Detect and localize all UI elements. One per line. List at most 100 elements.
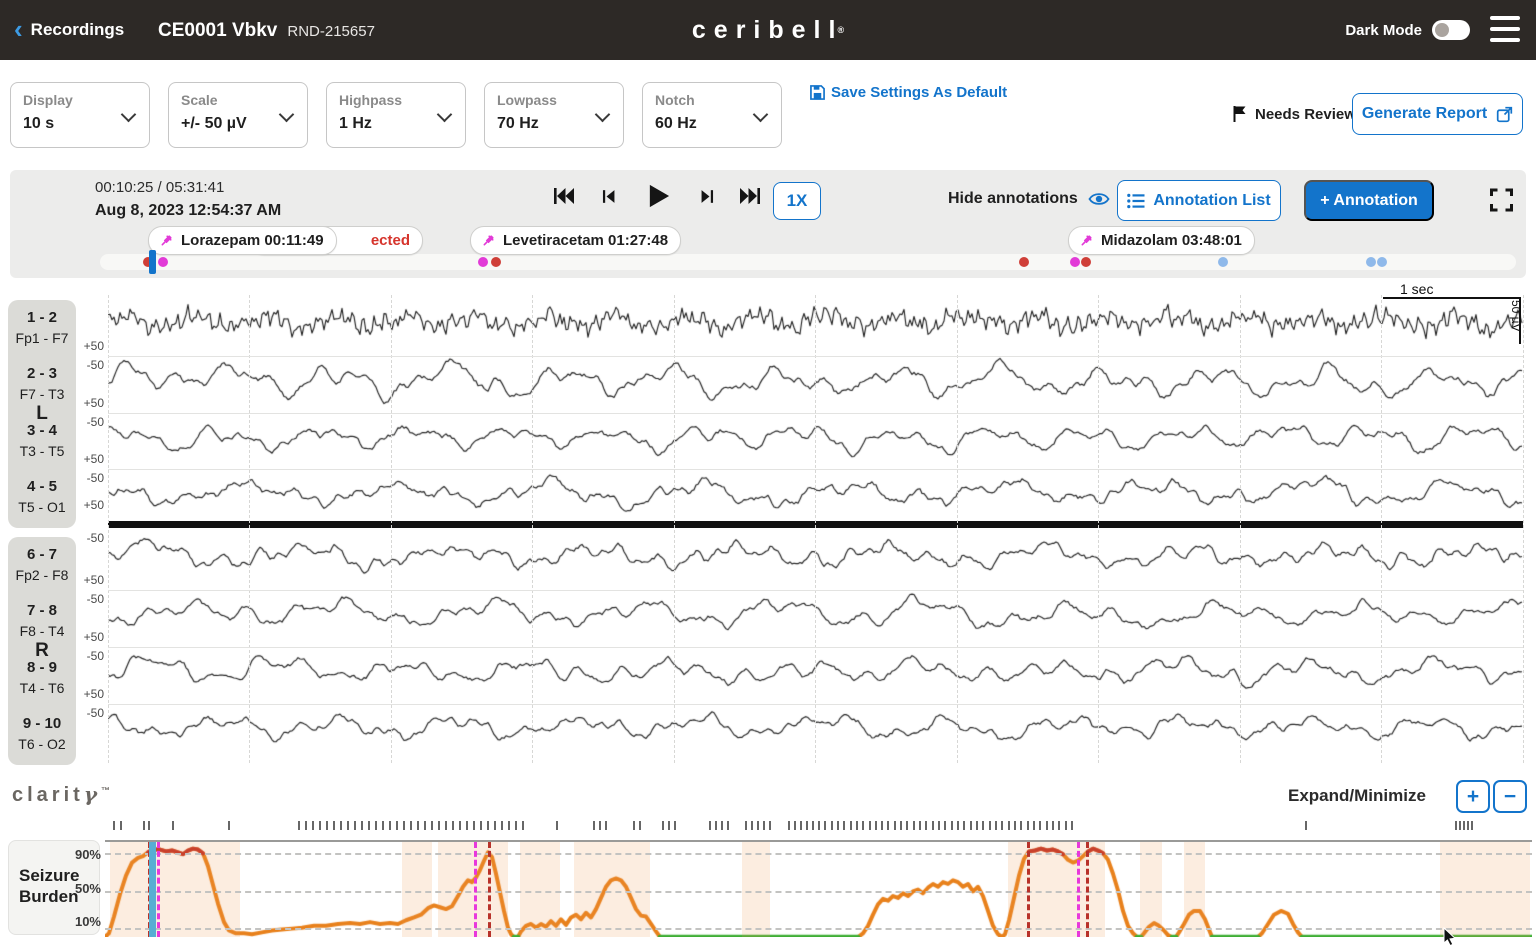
event-tick xyxy=(113,821,115,830)
event-tick xyxy=(900,821,902,830)
event-tick xyxy=(1046,821,1048,830)
event-tick xyxy=(305,821,307,830)
burden-shaded-region xyxy=(1440,842,1530,937)
annotation-chip-lorazepam[interactable]: Lorazepam 00:11:49 xyxy=(148,226,337,255)
channel-number: 9 - 10 xyxy=(8,715,76,732)
seizure-event-line xyxy=(488,842,491,937)
syringe-icon xyxy=(158,233,174,249)
event-tick xyxy=(1052,821,1054,830)
display-dropdown[interactable]: Display 10 s xyxy=(10,82,150,148)
event-tick xyxy=(788,821,790,830)
highpass-value: 1 Hz xyxy=(339,115,453,133)
timeline-annotation-marker[interactable] xyxy=(1070,257,1080,267)
highpass-label: Highpass xyxy=(339,92,453,108)
scale-dropdown[interactable]: Scale +/- 50 µV xyxy=(168,82,308,148)
event-tick xyxy=(976,821,978,830)
timeline-annotation-marker[interactable] xyxy=(478,257,488,267)
patient-info: CE0001 Vbkv RND-215657 xyxy=(158,0,375,60)
dark-mode-label: Dark Mode xyxy=(1345,22,1422,39)
scale-label-negative: -50 xyxy=(78,415,104,429)
event-tick xyxy=(593,821,595,830)
eye-icon xyxy=(1088,189,1110,209)
timeline-annotation-marker[interactable] xyxy=(1366,257,1376,267)
event-tick xyxy=(925,821,927,830)
burden-playhead[interactable] xyxy=(149,842,156,937)
display-label: Display xyxy=(23,92,137,108)
expand-button[interactable]: + xyxy=(1456,780,1490,813)
event-tick xyxy=(668,821,670,830)
event-tick xyxy=(172,821,174,830)
annotation-list-button[interactable]: Annotation List xyxy=(1117,180,1281,221)
save-settings-default-link[interactable]: Save Settings As Default xyxy=(810,84,1007,101)
eeg-channel-separator xyxy=(108,356,1523,357)
eeg-second-gridline xyxy=(957,295,958,763)
event-tick xyxy=(148,821,150,830)
timeline-annotation-marker[interactable] xyxy=(491,257,501,267)
seizure-burden-chart[interactable] xyxy=(105,840,1532,935)
hide-annotations-toggle[interactable]: Hide annotations xyxy=(948,189,1110,209)
event-tick xyxy=(1058,821,1060,830)
previous-page-button[interactable] xyxy=(599,187,618,206)
eeg-second-gridline xyxy=(108,295,109,763)
menu-icon[interactable] xyxy=(1490,16,1520,42)
patient-name: CE0001 Vbkv xyxy=(158,20,277,42)
next-page-button[interactable] xyxy=(698,187,717,206)
event-tick xyxy=(995,821,997,830)
fullscreen-button[interactable] xyxy=(1488,187,1515,213)
add-annotation-button[interactable]: + Annotation xyxy=(1304,180,1434,221)
eeg-channel-separator xyxy=(108,413,1523,414)
timeline-annotation-marker[interactable] xyxy=(1377,257,1387,267)
event-tick xyxy=(403,821,405,830)
event-tick xyxy=(812,821,814,830)
burden-shaded-region xyxy=(402,842,432,937)
timeline-annotation-marker[interactable] xyxy=(158,257,168,267)
event-tick xyxy=(806,821,808,830)
annotation-chip-label: Lorazepam 00:11:49 xyxy=(181,232,324,249)
clarity-trademark: ™ xyxy=(101,785,110,795)
eeg-trace-area[interactable]: 1 - 2 Fp1 - F7 2 - 3 F7 - T3 L 3 - 4 T3 … xyxy=(0,283,1536,770)
app-header: ‹ Recordings CE0001 Vbkv RND-215657 ceri… xyxy=(0,0,1536,60)
clarity-logo: claritγ™ xyxy=(12,782,110,807)
recording-timeline[interactable] xyxy=(100,254,1516,270)
event-tick xyxy=(824,821,826,830)
left-channel-panel: 1 - 2 Fp1 - F7 2 - 3 F7 - T3 L 3 - 4 T3 … xyxy=(8,300,76,528)
scale-label-negative: -50 xyxy=(78,649,104,663)
dark-mode-toggle[interactable] xyxy=(1432,20,1470,40)
event-tick xyxy=(887,821,889,830)
annotation-chip-partial-label: ected xyxy=(371,232,410,249)
timeline-playhead[interactable] xyxy=(149,250,156,274)
annotation-chip-midazolam[interactable]: Midazolam 03:48:01 xyxy=(1068,226,1255,255)
highpass-dropdown[interactable]: Highpass 1 Hz xyxy=(326,82,466,148)
notch-value: 60 Hz xyxy=(655,115,769,133)
back-to-recordings[interactable]: ‹ Recordings xyxy=(14,0,124,60)
event-tick xyxy=(599,821,601,830)
event-tick xyxy=(501,821,503,830)
timeline-annotation-marker[interactable] xyxy=(1081,257,1091,267)
lowpass-dropdown[interactable]: Lowpass 70 Hz xyxy=(484,82,624,148)
minimize-button[interactable]: − xyxy=(1493,780,1527,813)
play-button[interactable] xyxy=(644,181,672,211)
channel-number: 7 - 8 xyxy=(8,602,76,619)
annotation-chip-levetiracetam[interactable]: Levetiracetam 01:27:48 xyxy=(470,226,681,255)
eeg-second-gridline xyxy=(1240,295,1241,763)
eeg-second-gridline xyxy=(532,295,533,763)
skip-start-icon xyxy=(552,184,576,208)
seizure-burden-panel: Seizure Burden 90% 50% 10% xyxy=(8,840,100,935)
event-tick xyxy=(894,821,896,830)
needs-review[interactable]: Needs Review xyxy=(1232,105,1356,123)
generate-report-button[interactable]: Generate Report xyxy=(1352,93,1523,135)
notch-dropdown[interactable]: Notch 60 Hz xyxy=(642,82,782,148)
event-tick xyxy=(633,821,635,830)
list-icon xyxy=(1127,193,1145,209)
timeline-annotation-marker[interactable] xyxy=(1218,257,1228,267)
display-value: 10 s xyxy=(23,115,137,133)
event-tick xyxy=(120,821,122,830)
back-label: Recordings xyxy=(31,20,125,40)
event-tick xyxy=(480,821,482,830)
event-tick xyxy=(837,821,839,830)
skip-to-end-button[interactable] xyxy=(738,184,762,208)
skip-to-start-button[interactable] xyxy=(552,184,576,208)
event-tick xyxy=(361,821,363,830)
playback-speed-button[interactable]: 1X xyxy=(773,182,821,220)
timeline-annotation-marker[interactable] xyxy=(1019,257,1029,267)
